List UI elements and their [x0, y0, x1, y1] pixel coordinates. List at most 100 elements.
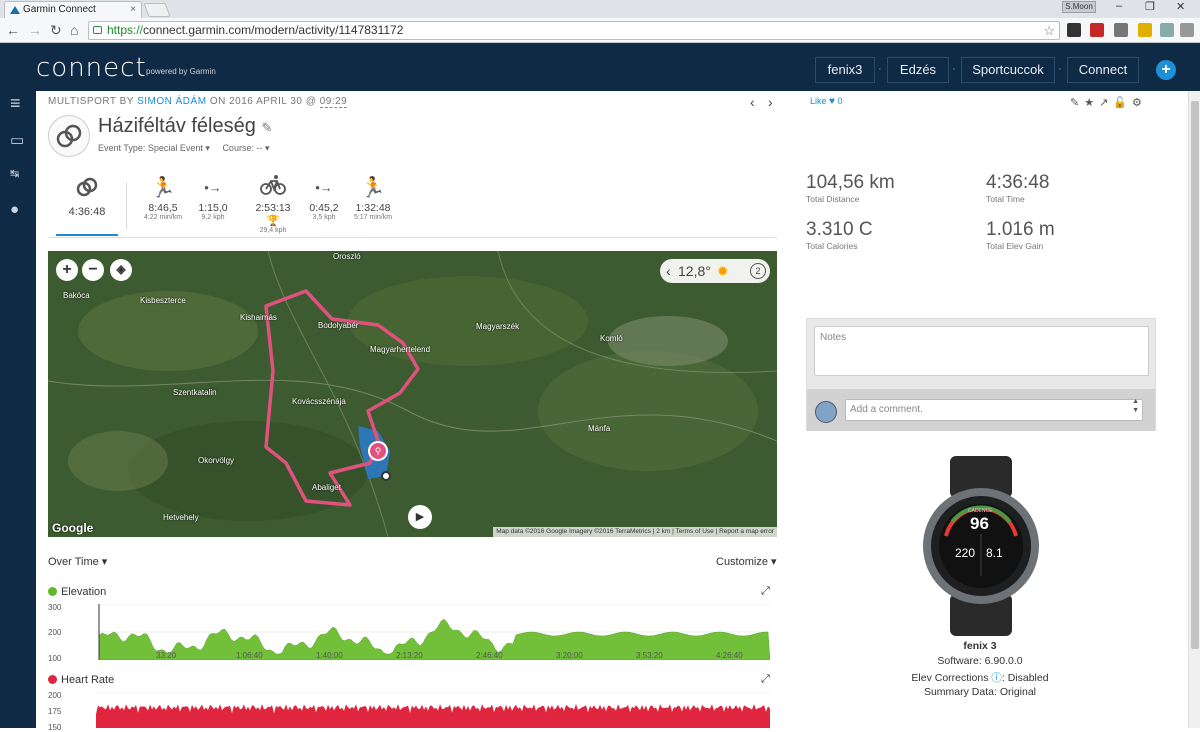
edit-title-icon[interactable]: ✎ [261, 120, 272, 135]
minimize-icon[interactable]: – [1116, 0, 1122, 12]
weather-count[interactable]: 2 [750, 263, 766, 279]
leg-value: 1:15,0 [198, 202, 228, 214]
connections-icon[interactable]: ↹ [10, 167, 19, 180]
expand-heart-rate-icon[interactable]: ⤢ [761, 673, 770, 686]
like-button[interactable]: Like [810, 96, 827, 106]
expand-elevation-icon[interactable]: ⤢ [761, 585, 770, 598]
elevation-label-row: Elevation [48, 586, 106, 598]
comment-bar: Add a comment. ▲ ▼ [807, 389, 1155, 431]
inbox-icon[interactable]: ▭ [10, 131, 24, 149]
nav-fenix3[interactable]: fenix3 [815, 57, 875, 83]
activity-title[interactable]: Háziféltáv féleség [98, 115, 256, 137]
browser-profile[interactable]: S.Moon [1062, 1, 1096, 13]
notes-field[interactable]: Notes [814, 326, 1149, 376]
extension-skype-icon[interactable] [1160, 23, 1174, 37]
x-tick: 3:20:00 [556, 651, 583, 660]
weather-prev-icon[interactable]: ‹ [666, 259, 671, 283]
previous-activity-icon[interactable]: ‹ [750, 94, 755, 110]
next-activity-icon[interactable]: › [768, 94, 773, 110]
run-icon: 🏃 [150, 177, 176, 199]
leg-run-2[interactable]: 🏃 1:32:48 5:17 min/km [348, 174, 398, 221]
zoom-out-button[interactable]: − [82, 259, 104, 281]
leg-transition-1[interactable]: •→ 1:15,0 9,2 kph [192, 174, 234, 221]
map-place: Abaliget [312, 483, 341, 492]
favorite-star-icon[interactable]: ★ [1084, 97, 1099, 109]
new-tab-button[interactable] [143, 3, 171, 17]
add-button[interactable]: + [1156, 60, 1176, 80]
activity-tools: ✎★↗🔓⚙ [1070, 96, 1147, 109]
leg-bike[interactable]: 2:53:13 🏆 29,4 kph [248, 174, 298, 234]
event-meta: Event Type: Special Event ▾ Course: -- ▾ [98, 143, 269, 154]
forward-icon[interactable]: → [28, 22, 42, 38]
map-place: Komló [600, 334, 623, 343]
bookmark-star-icon[interactable]: ☆ [1043, 22, 1055, 39]
stat-value: 1.016 m [986, 219, 1055, 240]
comment-scroll-arrows-icon[interactable]: ▲ ▼ [1132, 397, 1139, 415]
weather-widget[interactable]: ‹ 12,8° ✹ 2 [660, 259, 770, 283]
edit-icon[interactable]: ✎ [1070, 97, 1084, 109]
restore-icon[interactable]: ❐ [1145, 0, 1155, 13]
hamburger-menu-icon[interactable]: ≡ [10, 93, 21, 114]
play-route-button[interactable]: ▶ [408, 505, 432, 529]
heart-rate-chart[interactable] [96, 692, 770, 728]
map-place: Okorvölgy [198, 456, 235, 465]
connect-logo[interactable]: connect [36, 53, 147, 83]
leg-run-1[interactable]: 🏃 8:46,5 4:22 min/km [138, 174, 188, 221]
extension-gear-icon[interactable] [1067, 23, 1081, 37]
leg-value-row: 2:53:13 🏆 [248, 202, 298, 227]
heart-rate-label: Heart Rate [61, 674, 115, 686]
page-scrollbar[interactable] [1188, 91, 1200, 728]
map-layers-button[interactable]: ◈ [110, 259, 132, 281]
garmin-header: connect powered by Garmin fenix3 · Edzés… [0, 43, 1200, 91]
nav-sportcuccok[interactable]: Sportcuccok [961, 57, 1055, 83]
help-icon[interactable]: ⓘ [991, 672, 1002, 684]
home-icon[interactable]: ⌂ [70, 22, 78, 38]
x-tick: 1:40:00 [316, 651, 343, 660]
meta-time[interactable]: 09:29 [319, 96, 348, 108]
elevation-chart[interactable]: 33:20 1:06:40 1:40:00 2:13:20 2:46:40 3:20:00… [96, 604, 770, 660]
meta-user-link[interactable]: SIMON ÁDÁM [137, 96, 206, 107]
extension-pin-icon[interactable] [1114, 23, 1128, 37]
map-attribution[interactable]: Map data ©2016 Google Imagery ©2016 Terr… [493, 527, 777, 537]
menu-icon[interactable] [1180, 23, 1194, 37]
nav-connect[interactable]: Connect [1067, 57, 1139, 83]
leg-sub: 4:22 min/km [143, 214, 183, 221]
like-count: 0 [837, 96, 843, 106]
over-time-dropdown[interactable]: Over Time ▾ [48, 555, 107, 568]
stat-label: Total Calories [806, 241, 858, 251]
customize-dropdown[interactable]: Customize ▾ [716, 555, 777, 568]
settings-gear-icon[interactable]: ⚙ [1132, 97, 1147, 109]
heart-icon[interactable]: ♥ [829, 96, 835, 107]
scrollbar-thumb[interactable] [1191, 101, 1199, 649]
map-place: Oroszló [333, 252, 361, 261]
user-icon[interactable]: ● [10, 201, 19, 218]
leg-total[interactable]: 4:36:48 [56, 174, 118, 236]
multisport-large-icon [48, 115, 90, 157]
back-icon[interactable]: ← [6, 22, 20, 38]
end-marker-icon[interactable] [381, 471, 391, 481]
event-type-select[interactable]: Event Type: Special Event ▾ [98, 143, 210, 153]
address-bar[interactable]: https://connect.garmin.com/modern/activi… [88, 21, 1060, 40]
zoom-in-button[interactable]: + [56, 259, 78, 281]
y-tick: 200 [48, 691, 62, 700]
stat-value: 3.310 C [806, 219, 873, 240]
device-image: CADENCE 96 220 8.1 [918, 456, 1044, 636]
extension-yellow-icon[interactable] [1138, 23, 1152, 37]
bike-marker-icon[interactable]: ⚲ [368, 441, 388, 461]
activity-map[interactable]: + − ◈ ‹ 12,8° ✹ 2 Oroszló Bakóca Kisbeszt… [48, 251, 777, 537]
leg-transition-2[interactable]: •→ 0:45,2 3,5 kph [304, 174, 344, 221]
comment-input[interactable]: Add a comment. ▲ ▼ [845, 397, 1143, 421]
course-select[interactable]: Course: -- ▾ [222, 143, 269, 153]
tab-close-icon[interactable]: × [130, 2, 136, 18]
share-icon[interactable]: ↗ [1099, 97, 1113, 109]
nav-edzes[interactable]: Edzés [887, 57, 949, 83]
browser-tab[interactable]: Garmin Connect × [4, 1, 142, 18]
reload-icon[interactable]: ↻ [50, 22, 62, 38]
elev-corrections-row: Elev Corrections ⓘ: Disabled [880, 670, 1080, 685]
close-window-icon[interactable]: ✕ [1176, 0, 1185, 13]
privacy-lock-icon[interactable]: 🔓 [1113, 97, 1132, 109]
browser-toolbar: ← → ↻ ⌂ https://connect.garmin.com/moder… [0, 18, 1200, 43]
map-place: Bodolyabér [318, 321, 359, 330]
extension-news-icon[interactable] [1090, 23, 1104, 37]
url-path: connect.garmin.com/modern/activity/11478… [143, 23, 404, 37]
